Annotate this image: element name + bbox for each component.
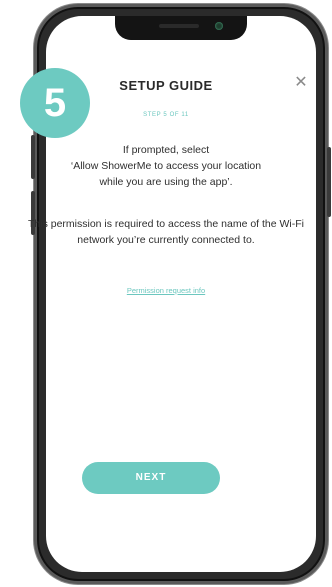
instruction-line-3: while you are using the app’.: [99, 176, 233, 188]
instruction-text: If prompted, select ‘Allow ShowerMe to a…: [20, 142, 312, 190]
next-button[interactable]: NEXT: [82, 462, 220, 494]
instruction-line-2: ‘Allow ShowerMe to access your location: [70, 160, 262, 172]
power-button: [327, 147, 331, 217]
stage: SETUP GUIDE ✕ STEP 5 OF 11 If prompted, …: [0, 0, 332, 587]
step-number-badge: 5: [20, 68, 90, 138]
permission-info-link[interactable]: Permission request info: [0, 286, 332, 295]
instruction-line-1: If prompted, select: [122, 144, 210, 156]
speaker-grille: [159, 24, 199, 28]
phone-notch: [115, 16, 247, 40]
explanation-text: This permission is required to access th…: [27, 218, 305, 246]
front-camera-icon: [215, 22, 223, 30]
close-icon[interactable]: ✕: [292, 74, 310, 92]
